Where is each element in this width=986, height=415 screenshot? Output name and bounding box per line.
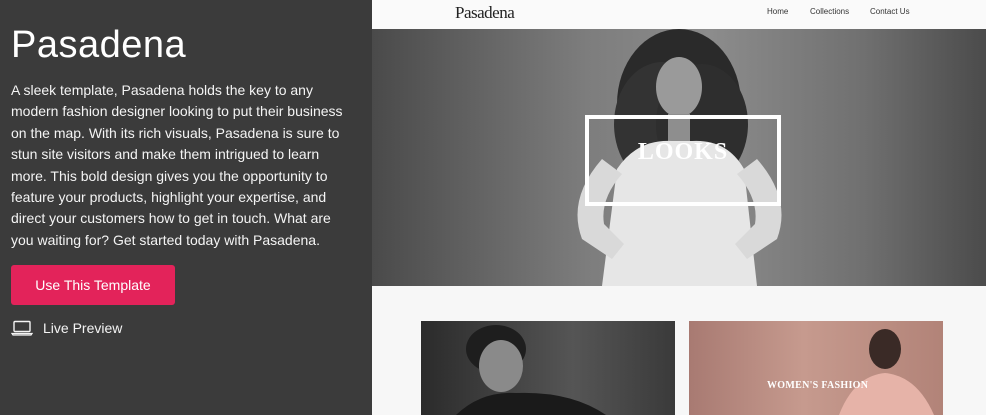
template-preview: Pasadena Home Collections Contact Us LOO… [372, 0, 986, 415]
womens-fashion-card[interactable] [689, 321, 943, 415]
laptop-icon [11, 320, 33, 336]
nav-contact[interactable]: Contact Us [870, 7, 910, 16]
preview-logo[interactable]: Pasadena [455, 3, 515, 23]
hero-image: LOOKS [372, 29, 986, 286]
template-info-panel: Pasadena A sleek template, Pasadena hold… [0, 0, 372, 415]
template-description: A sleek template, Pasadena holds the key… [11, 82, 343, 248]
womens-fashion-label: WOMEN'S FASHION [767, 380, 869, 391]
man-photo [456, 325, 606, 415]
use-template-button[interactable]: Use This Template [11, 265, 175, 305]
hero-text: LOOKS [637, 139, 729, 165]
nav-collections[interactable]: Collections [810, 7, 849, 16]
template-title: Pasadena [11, 24, 187, 66]
live-preview-link[interactable]: Live Preview [11, 320, 122, 336]
live-preview-label: Live Preview [43, 320, 123, 336]
men-fashion-card[interactable] [421, 321, 675, 415]
preview-nav: Pasadena Home Collections Contact Us [372, 0, 986, 29]
nav-home[interactable]: Home [767, 7, 788, 16]
woman-photo [839, 329, 934, 415]
